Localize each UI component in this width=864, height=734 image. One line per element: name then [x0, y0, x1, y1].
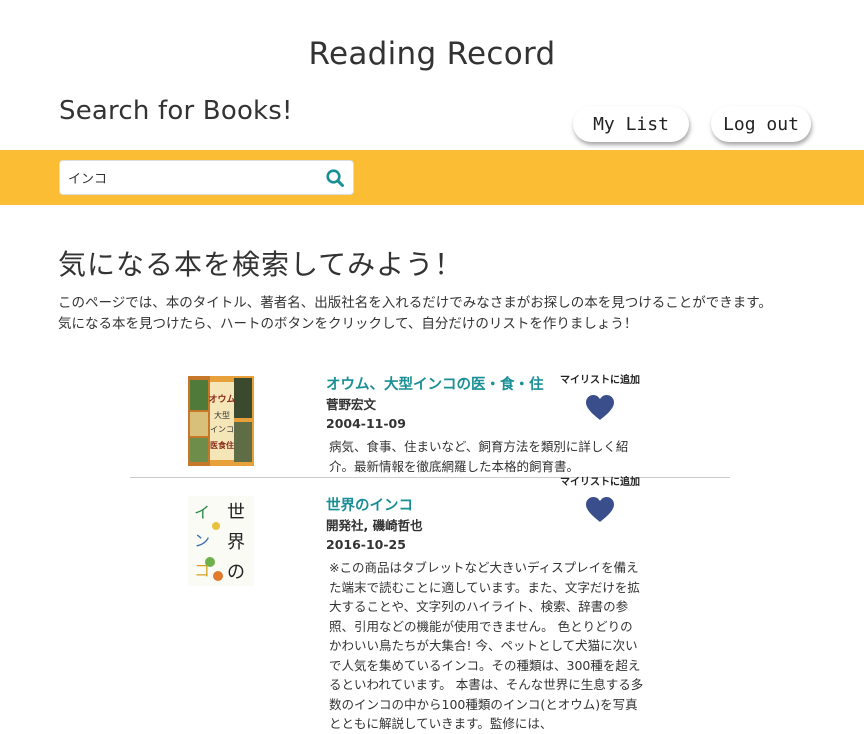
svg-text:大型: 大型	[214, 410, 230, 420]
add-to-mylist: マイリストに追加	[550, 374, 650, 421]
svg-text:インコ: インコ	[210, 425, 234, 434]
heart-icon[interactable]	[585, 394, 615, 421]
logout-button[interactable]: Log out	[711, 106, 811, 142]
svg-text:ン: ン	[194, 531, 210, 550]
svg-text:世: 世	[227, 502, 245, 523]
book-cover[interactable]: 世 界 の イ ン コ	[188, 496, 254, 586]
search-icon[interactable]	[325, 168, 345, 188]
book-description: ※この商品はタブレットなど大きいディスプレイを備えた端末で読むことに適しています…	[329, 560, 644, 731]
svg-text:オウム: オウム	[208, 394, 235, 405]
page-subtitle: Search for Books!	[59, 96, 293, 126]
app-title: Reading Record	[308, 36, 556, 72]
search-box	[59, 160, 354, 195]
svg-text:イ: イ	[194, 503, 210, 522]
intro-line: 気になる本を見つけたら、ハートのボタンをクリックして、自分だけのリストを作りまし…	[58, 316, 638, 332]
my-list-button[interactable]: My List	[573, 106, 689, 142]
book-info: 世界のインコ 開発社, 磯崎哲也 2016-10-25 ※この商品はタブレットな…	[326, 496, 646, 734]
book-item: 世 界 の イ ン コ 世界のインコ 開発社, 磯崎哲也 2016-10-25 …	[130, 476, 730, 731]
book-cover[interactable]: オウム 大型 インコ 医食住	[188, 376, 254, 466]
intro-line: このページでは、本のタイトル、著者名、出版社名を入れるだけでみなさまがお探しの本…	[58, 295, 772, 311]
add-to-mylist-label: マイリストに追加	[560, 477, 640, 488]
book-date: 2016-10-25	[326, 537, 406, 552]
heart-icon[interactable]	[585, 496, 615, 523]
svg-text:の: の	[227, 562, 245, 583]
search-bar	[0, 150, 864, 205]
add-to-mylist-label: マイリストに追加	[560, 375, 640, 386]
intro-text: このページでは、本のタイトル、著者名、出版社名を入れるだけでみなさまがお探しの本…	[58, 293, 848, 335]
add-to-mylist: マイリストに追加	[550, 476, 650, 523]
main-heading: 気になる本を検索してみよう！	[58, 248, 464, 281]
svg-text:界: 界	[227, 532, 245, 553]
book-list: オウム 大型 インコ 医食住 オウム、大型インコの医・食・住 菅野宏文 2004…	[130, 370, 730, 731]
svg-text:医食住: 医食住	[210, 440, 234, 450]
search-input[interactable]	[60, 161, 318, 194]
book-description: 病気、食事、住まいなど、飼育方法を類別に詳しく紹介。最新情報を徹底網羅した本格的…	[329, 439, 629, 474]
book-item: オウム 大型 インコ 医食住 オウム、大型インコの医・食・住 菅野宏文 2004…	[130, 370, 730, 478]
